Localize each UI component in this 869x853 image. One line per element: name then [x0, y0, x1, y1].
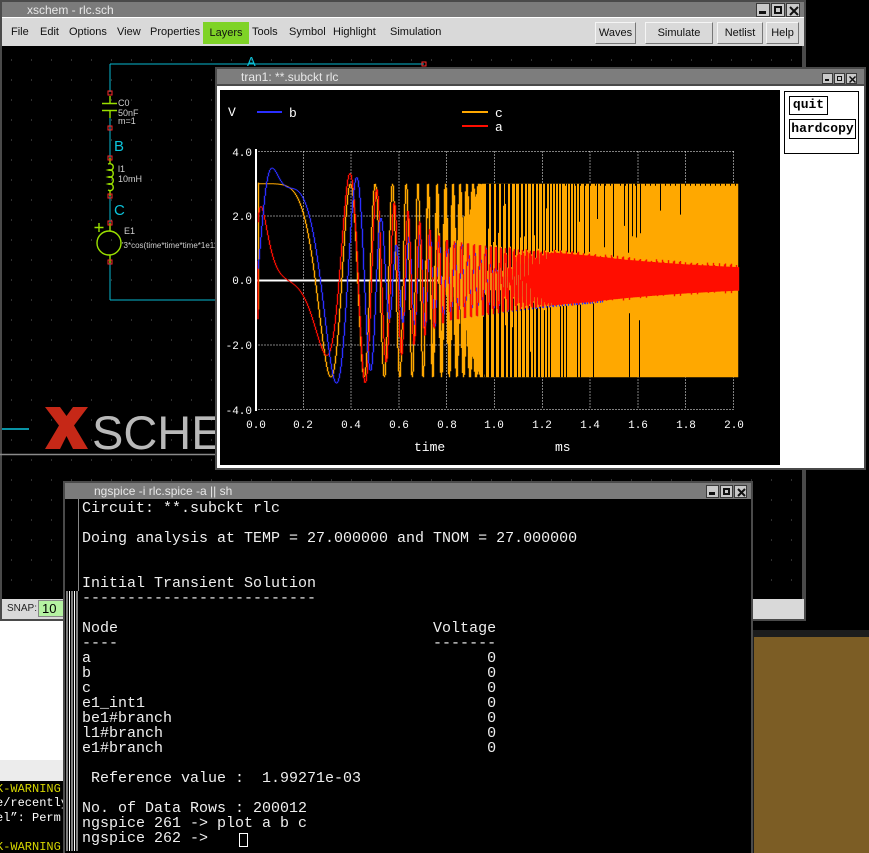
svg-text:0.8: 0.8	[437, 420, 457, 432]
svg-text:-4.0: -4.0	[226, 406, 252, 418]
svg-text:2.0: 2.0	[232, 212, 252, 224]
svg-text:0.6: 0.6	[389, 420, 409, 432]
svg-text:V: V	[228, 105, 236, 120]
svg-text:-2.0: -2.0	[226, 341, 252, 353]
svg-text:1.8: 1.8	[676, 420, 696, 432]
svg-text:0.0: 0.0	[246, 420, 266, 432]
svg-text:c: c	[495, 106, 503, 121]
svg-text:b: b	[289, 106, 297, 121]
svg-text:0.4: 0.4	[341, 420, 361, 432]
svg-text:0.0: 0.0	[232, 276, 252, 288]
svg-text:4.0: 4.0	[232, 148, 252, 160]
svg-text:1.6: 1.6	[628, 420, 648, 432]
svg-text:a: a	[495, 120, 503, 135]
svg-text:1.4: 1.4	[580, 420, 600, 432]
svg-text:1.2: 1.2	[532, 420, 552, 432]
svg-text:2.0: 2.0	[724, 420, 744, 432]
svg-text:1.0: 1.0	[484, 420, 504, 432]
svg-text:time: time	[414, 440, 445, 455]
svg-text:0.2: 0.2	[293, 420, 313, 432]
svg-text:ms: ms	[555, 440, 571, 455]
